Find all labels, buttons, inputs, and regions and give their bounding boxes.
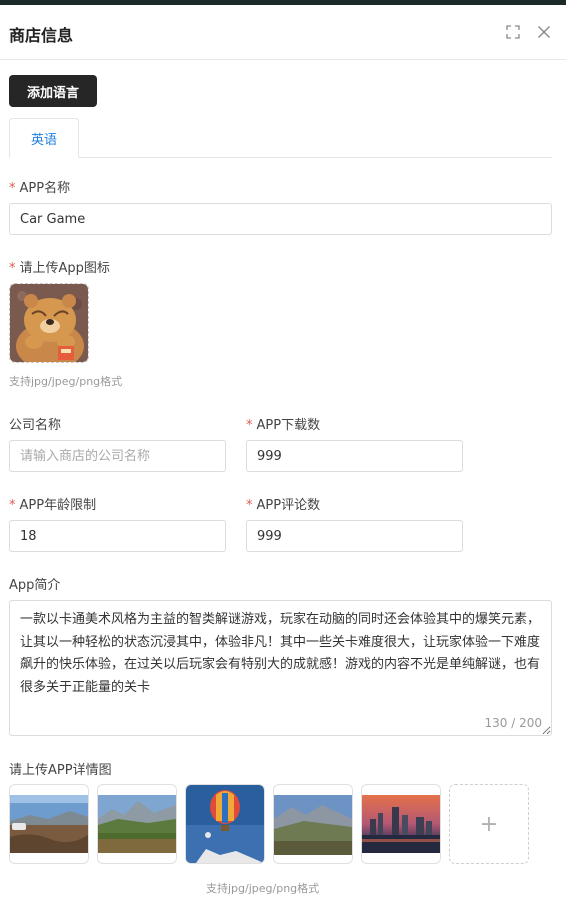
- reviews-label-text: APP评论数: [256, 498, 321, 513]
- app-name-label-text: APP名称: [19, 181, 71, 196]
- app-name-label: * APP名称: [9, 177, 70, 196]
- app-icon-label-text: 请上传App图标: [19, 261, 110, 276]
- reviews-input[interactable]: [246, 520, 463, 552]
- reviews-label: * APP评论数: [246, 494, 320, 513]
- tabs-divider: [9, 157, 552, 158]
- app-icon-label: * 请上传App图标: [9, 257, 110, 276]
- detail-images-label-text: 请上传APP详情图: [9, 763, 112, 778]
- app-name-input[interactable]: [9, 203, 552, 235]
- plus-icon: +: [479, 811, 499, 837]
- age-limit-label: * APP年龄限制: [9, 494, 96, 513]
- company-name-label-text: 公司名称: [9, 418, 62, 433]
- intro-label-text: App简介: [9, 578, 61, 593]
- detail-images-label: 请上传APP详情图: [9, 759, 112, 778]
- required-mark: *: [246, 498, 253, 513]
- company-name-input[interactable]: [9, 440, 226, 472]
- tab-english[interactable]: 英语: [9, 118, 79, 158]
- app-icon-image[interactable]: [9, 283, 89, 363]
- downloads-input[interactable]: [246, 440, 463, 472]
- dialog-title: 商店信息: [9, 26, 74, 45]
- fullscreen-icon[interactable]: [504, 23, 522, 41]
- required-mark: *: [246, 418, 253, 433]
- company-name-label: 公司名称: [9, 414, 61, 433]
- add-detail-image-button[interactable]: +: [449, 784, 529, 864]
- detail-image-thumb[interactable]: [9, 784, 89, 864]
- detail-image-thumb[interactable]: [273, 784, 353, 864]
- required-mark: *: [9, 498, 16, 513]
- add-language-button[interactable]: 添加语言: [9, 75, 97, 107]
- detail-images-hint: 支持jpg/jpeg/png格式: [206, 882, 320, 895]
- app-icon-hint: 支持jpg/jpeg/png格式: [9, 375, 123, 388]
- detail-image-thumb[interactable]: [361, 784, 441, 864]
- required-mark: *: [9, 181, 16, 196]
- age-limit-label-text: APP年龄限制: [19, 498, 97, 513]
- downloads-label-text: APP下载数: [256, 418, 321, 433]
- intro-char-counter: 130 / 200: [484, 716, 542, 730]
- detail-image-thumb[interactable]: [185, 784, 265, 864]
- intro-label: App简介: [9, 574, 60, 593]
- detail-image-thumb[interactable]: [97, 784, 177, 864]
- close-icon[interactable]: [535, 23, 553, 41]
- age-limit-input[interactable]: [9, 520, 226, 552]
- downloads-label: * APP下载数: [246, 414, 320, 433]
- dialog-header: 商店信息: [0, 5, 566, 60]
- required-mark: *: [9, 261, 16, 276]
